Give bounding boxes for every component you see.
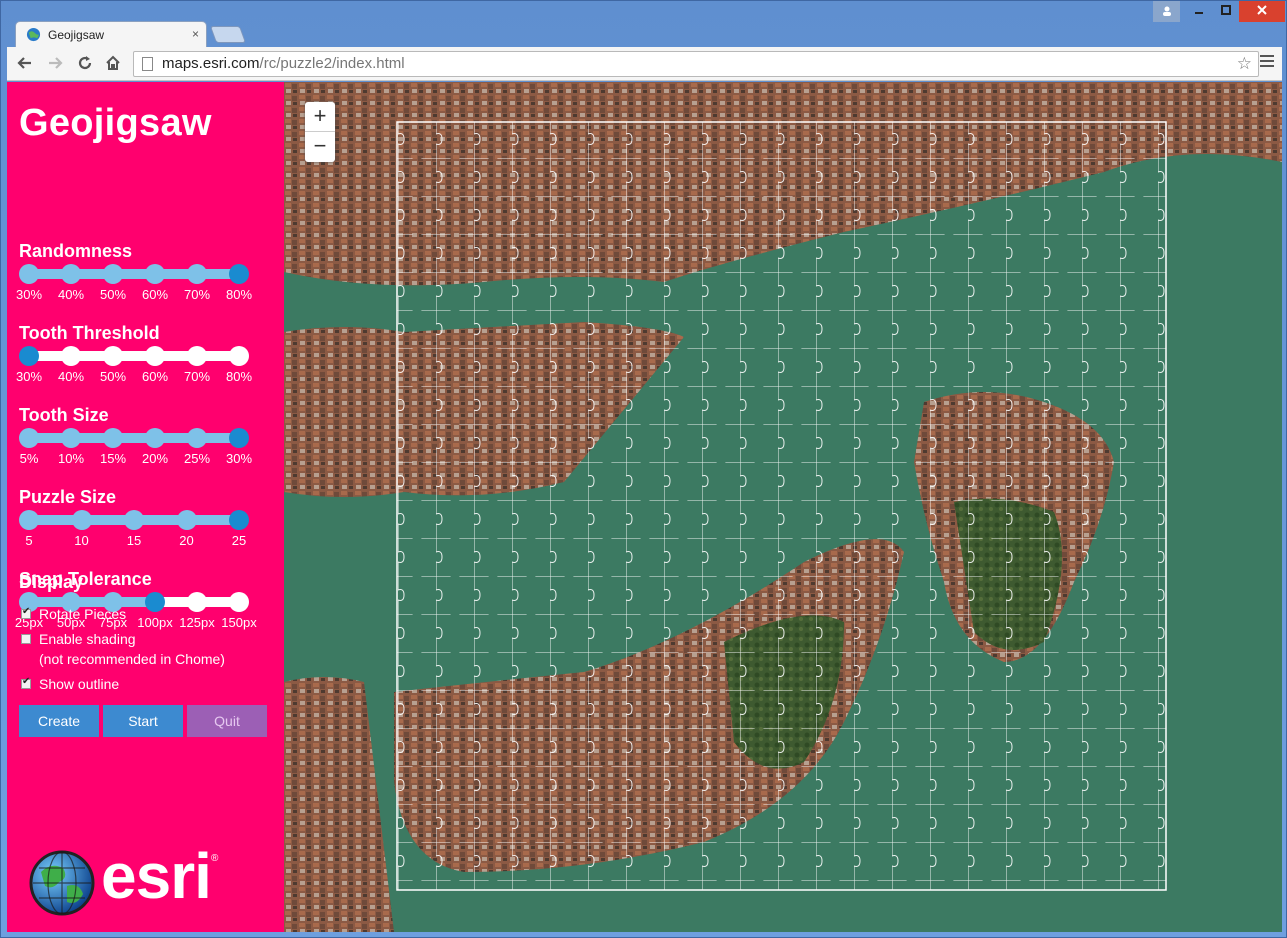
slider-track[interactable] [19, 510, 249, 530]
app-title: Geojigsaw [19, 102, 212, 144]
slider-stop[interactable] [176, 510, 197, 530]
show-outline-checkbox[interactable] [21, 676, 31, 689]
url-path: /rc/puzzle2/index.html [259, 55, 405, 72]
enable-shading-note: (not recommended in Chome) [39, 651, 225, 667]
url-host: maps.esri.com [162, 55, 260, 72]
enable-shading-label: Enable shading [39, 631, 136, 647]
tab-close-icon[interactable]: × [192, 27, 199, 41]
esri-wordmark: esri [101, 840, 212, 912]
zoom-control: + − [305, 102, 335, 162]
slider-tick-label: 10 [74, 533, 89, 548]
map-view[interactable]: + − [284, 82, 1282, 932]
title-bar: Geojigsaw × [1, 1, 1287, 47]
create-button[interactable]: Create [19, 705, 99, 737]
bookmark-star-icon[interactable]: ☆ [1237, 52, 1252, 76]
address-bar[interactable]: maps.esri.com/rc/puzzle2/index.html ☆ [133, 51, 1259, 77]
registered-mark: ® [211, 853, 219, 864]
slider-tick-label: 20 [179, 533, 194, 548]
slider-stop[interactable] [145, 264, 165, 284]
slider-tick-label: 15 [126, 533, 142, 548]
slider-stop[interactable] [229, 510, 249, 530]
slider-stop[interactable] [124, 510, 144, 530]
minimize-icon[interactable] [1185, 1, 1212, 22]
slider-track[interactable] [19, 428, 249, 448]
slider-label: Randomness [19, 241, 133, 261]
sidebar: Geojigsaw Randomness 30% 40% 50% 60% 70% 80% To… [7, 82, 284, 932]
quit-button[interactable]: Quit [187, 705, 267, 737]
rotate-pieces-label: Rotate Pieces [39, 606, 127, 622]
slider-tick-label: 30% [225, 451, 253, 466]
slider-label: Tooth Size [19, 405, 109, 425]
menu-icon[interactable] [1260, 55, 1274, 70]
slider-stop[interactable] [103, 428, 123, 448]
slider-label: Puzzle Size [19, 487, 117, 507]
slider-stop[interactable] [19, 346, 39, 366]
slider-stop[interactable] [19, 428, 39, 448]
slider-track[interactable] [19, 264, 249, 284]
rotate-pieces-checkbox[interactable] [21, 606, 31, 619]
slider-stop[interactable] [229, 346, 249, 366]
slider-stop[interactable] [19, 510, 39, 530]
slider-stop[interactable] [187, 264, 207, 284]
tab-geojigsaw[interactable]: Geojigsaw × [15, 21, 207, 47]
zoom-out-button[interactable]: − [305, 132, 335, 162]
browser-toolbar: maps.esri.com/rc/puzzle2/index.html ☆ [7, 47, 1282, 81]
page-icon [142, 57, 153, 71]
start-button[interactable]: Start [103, 705, 183, 737]
slider-stop[interactable] [71, 510, 92, 530]
slider-tick-label: 25 [231, 533, 247, 548]
reload-icon[interactable] [73, 51, 97, 75]
forward-arrow-icon[interactable] [43, 51, 67, 75]
slider-stop[interactable] [145, 428, 165, 448]
zoom-in-button[interactable]: + [305, 102, 335, 132]
slider-stop[interactable] [229, 428, 249, 448]
slider-stop[interactable] [103, 264, 123, 284]
slider-track[interactable] [19, 346, 249, 366]
show-outline-label: Show outline [39, 676, 120, 692]
slider-stop[interactable] [187, 428, 207, 448]
slider-stop[interactable] [187, 346, 207, 366]
aerial-imagery [284, 82, 1282, 932]
app-content: Geojigsaw Randomness 30% 40% 50% 60% 70% 80% To… [7, 82, 1282, 932]
slider-stop[interactable] [187, 592, 207, 612]
slider-stop[interactable] [103, 346, 123, 366]
slider-stop[interactable] [61, 264, 81, 284]
display-heading: Display [19, 572, 84, 592]
user-icon[interactable] [1153, 1, 1180, 22]
slider-tick-label: 150px [221, 615, 257, 630]
maximize-icon[interactable] [1212, 1, 1239, 22]
slider-stop[interactable] [61, 428, 81, 448]
slider-stop[interactable] [61, 346, 81, 366]
browser-window: Geojigsaw × maps.esri.com/rc/puzzle2/ind… [0, 0, 1287, 938]
close-icon[interactable] [1239, 1, 1285, 22]
slider-label: Tooth Threshold [19, 323, 160, 343]
globe-logo-icon [29, 850, 95, 916]
slider-stop[interactable] [145, 592, 165, 612]
slider-stop[interactable] [229, 264, 249, 284]
enable-shading-checkbox[interactable] [21, 634, 31, 644]
globe-favicon-icon [26, 27, 41, 42]
home-icon[interactable] [101, 51, 125, 75]
slider-tick-label: 80% [225, 369, 253, 384]
new-tab-button[interactable] [209, 26, 247, 43]
slider-stop[interactable] [229, 592, 249, 612]
slider-stop[interactable] [19, 264, 39, 284]
esri-logo: esri ® [29, 840, 229, 917]
slider-stop[interactable] [145, 346, 165, 366]
back-arrow-icon[interactable] [13, 51, 37, 75]
slider-tick-label: 80% [225, 287, 253, 302]
tab-title: Geojigsaw [48, 28, 105, 42]
